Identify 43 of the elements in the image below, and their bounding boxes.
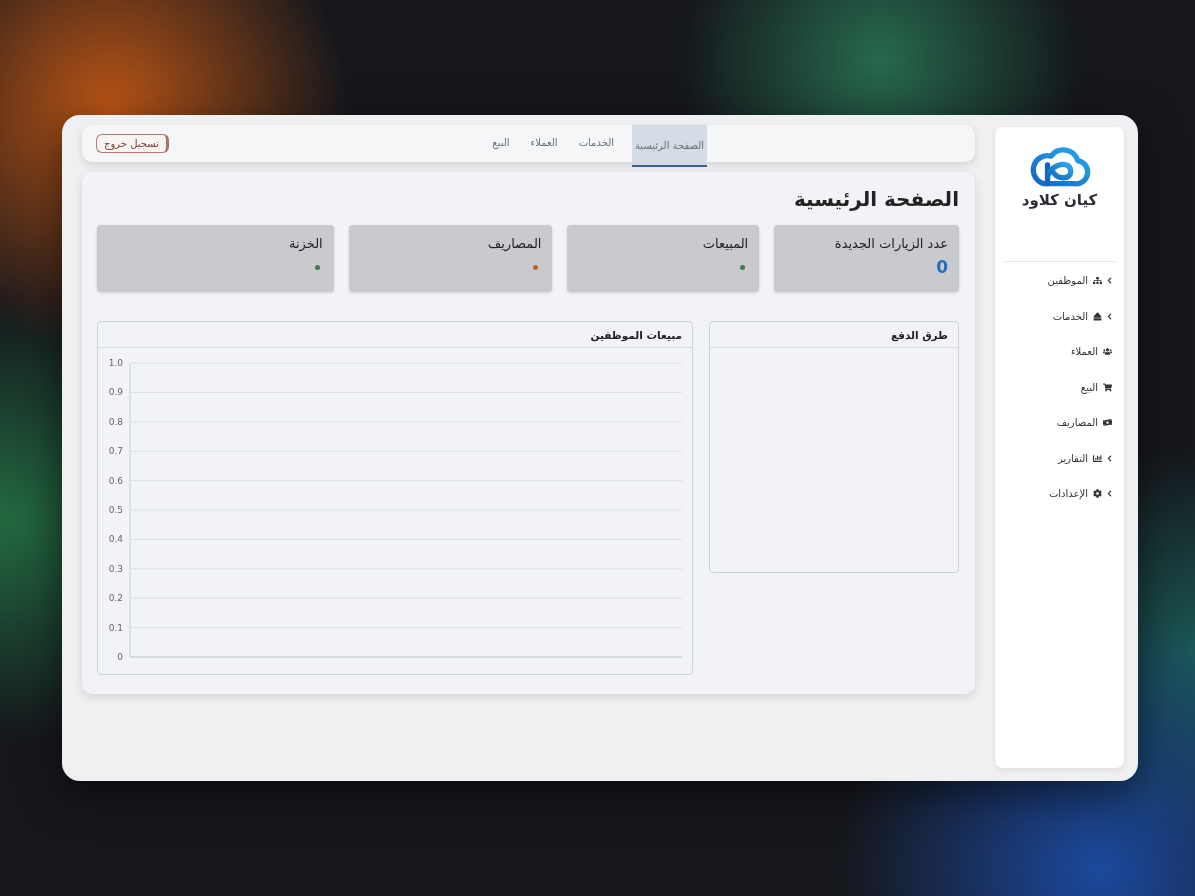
axis-tick-label: 0.6 — [108, 475, 123, 486]
chevron-icon — [1107, 277, 1112, 285]
eject-icon — [1093, 311, 1102, 321]
sidebar-item[interactable]: البيع — [995, 369, 1124, 405]
card-heading: طرق الدفع — [890, 328, 948, 341]
chevron-icon — [1107, 490, 1112, 498]
nav-tab[interactable]: الخدمات — [575, 125, 617, 162]
card-title: الخزنة — [289, 235, 323, 253]
cart-icon — [1103, 382, 1112, 392]
banknote-icon — [1103, 418, 1112, 428]
card-title: المصاريف — [487, 235, 542, 253]
card-title: عدد الزيارات الجديدة — [834, 235, 948, 253]
settings-icon — [1093, 489, 1102, 499]
sidebar-item[interactable]: التقارير — [995, 440, 1124, 476]
axis-tick-label: 0.9 — [108, 387, 123, 398]
stat-value: 0 — [936, 257, 948, 277]
logout-button[interactable]: تسجيل خروج — [96, 134, 169, 153]
axis-tick-label: 0.5 — [108, 505, 123, 515]
sidebar-item[interactable]: الخدمات — [995, 298, 1124, 334]
brand-name: كيان كلاود — [1021, 190, 1098, 210]
card-title: المبيعات — [702, 235, 749, 253]
axis-tick-label: 0.3 — [108, 563, 123, 574]
axis-tick-label: 0.4 — [108, 534, 123, 545]
users-icon — [1103, 347, 1112, 357]
sidebar-item[interactable]: العملاء — [995, 334, 1124, 370]
axis-tick-label: 0.2 — [108, 593, 123, 604]
nav-tab[interactable]: البيع — [489, 125, 513, 162]
sidebar-item[interactable]: الموظفين — [995, 263, 1124, 299]
axis-tick-label: 1.0 — [108, 358, 123, 368]
nav-tab[interactable]: العملاء — [527, 125, 561, 162]
axis-tick-label: 0.7 — [108, 446, 123, 457]
sidebar-item[interactable]: المصاريف — [995, 405, 1124, 441]
bar-chart-icon — [1093, 453, 1102, 463]
chevron-icon — [1107, 454, 1112, 462]
page-title: الصفحة الرئيسية — [793, 186, 959, 212]
sitemap-icon — [1093, 276, 1102, 286]
chevron-icon — [1107, 312, 1112, 320]
axis-tick-label: 0.8 — [108, 416, 123, 427]
card-heading: مبيعات الموظفين — [590, 328, 682, 341]
nav-tab[interactable]: الصفحة الرئيسية — [632, 125, 707, 167]
sidebar-item[interactable]: الإعدادات — [995, 476, 1124, 512]
axis-tick-label: 0 — [117, 652, 123, 662]
axis-tick-label: 0.1 — [108, 622, 123, 633]
